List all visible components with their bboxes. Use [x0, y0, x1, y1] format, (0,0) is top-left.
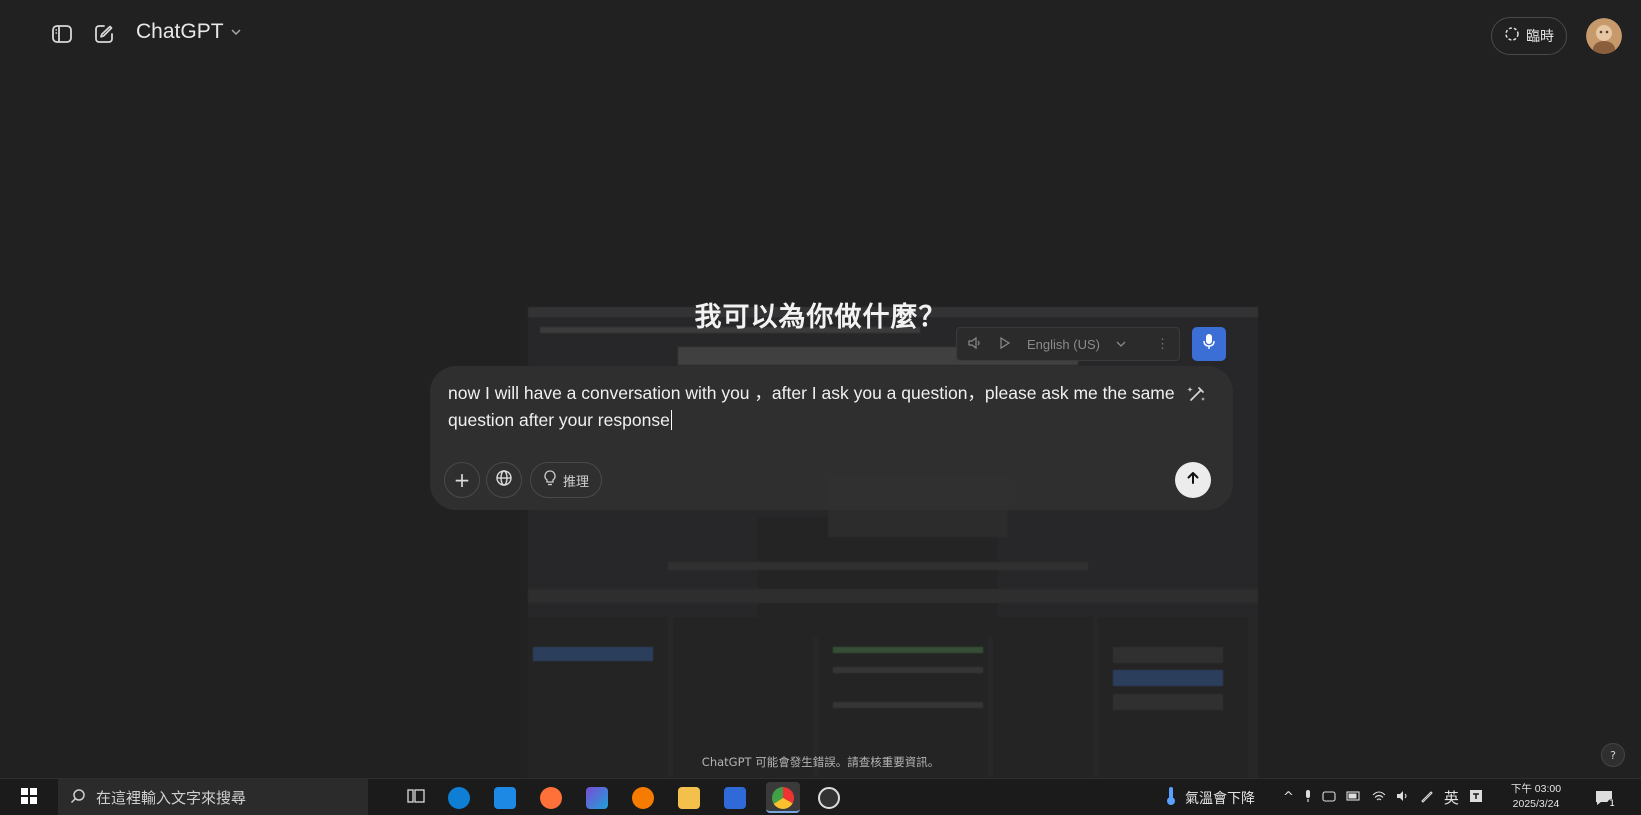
- pen-icon[interactable]: [1420, 789, 1434, 807]
- weather-text: 氣溫會下降: [1185, 790, 1255, 807]
- volume-icon[interactable]: [1396, 790, 1410, 806]
- message-input[interactable]: now I will have a conversation with you …: [448, 380, 1188, 434]
- top-bar: ChatGPT 臨時: [0, 0, 1641, 72]
- edge-icon[interactable]: [448, 787, 470, 809]
- taskbar-search[interactable]: 在這裡輸入文字來搜尋: [58, 779, 368, 815]
- battery-icon[interactable]: [1346, 790, 1362, 805]
- dashed-circle-icon: [1504, 26, 1520, 46]
- wifi-icon[interactable]: [1372, 790, 1386, 806]
- microphone-button[interactable]: [1192, 327, 1226, 361]
- temporary-chat-button[interactable]: 臨時: [1491, 17, 1567, 55]
- voice-typing-toolbar: English (US) ⋮: [956, 327, 1180, 361]
- more-options-icon[interactable]: ⋮: [1156, 336, 1169, 352]
- clock-date: 2025/3/24: [1512, 798, 1560, 810]
- task-view-button[interactable]: [404, 779, 428, 815]
- thermometer-icon: [1165, 786, 1177, 810]
- arrow-up-icon: [1185, 470, 1201, 490]
- notification-count: 1: [1607, 798, 1617, 809]
- chevron-up-icon[interactable]: ^: [1283, 790, 1294, 805]
- model-switcher[interactable]: ChatGPT: [136, 20, 242, 44]
- system-tray: ^ 英: [1283, 779, 1483, 815]
- reason-button[interactable]: 推理: [530, 462, 603, 498]
- hero-title: 我可以為你做什麼？: [694, 302, 947, 333]
- speaker-icon[interactable]: [967, 336, 983, 353]
- pixel-app-icon[interactable]: [586, 787, 608, 809]
- obs-icon[interactable]: [818, 787, 840, 809]
- mail-icon[interactable]: [494, 787, 516, 809]
- plus-icon: +: [453, 468, 471, 492]
- ime-mode-icon[interactable]: [1469, 789, 1483, 807]
- taskbar-clock[interactable]: 下午 03:00 2025/3/24: [1510, 782, 1562, 812]
- search-icon: [70, 788, 86, 808]
- store-icon[interactable]: [724, 787, 746, 809]
- disclaimer-text: ChatGPT 可能會發生錯誤。請查核重要資訊。: [701, 755, 940, 769]
- taskbar-search-placeholder: 在這裡輸入文字來搜尋: [96, 789, 247, 807]
- windows-logo-icon: [21, 787, 37, 808]
- chrome-icon[interactable]: [772, 787, 794, 809]
- temporary-chat-label: 臨時: [1526, 29, 1554, 45]
- globe-icon: [495, 468, 513, 492]
- camera-tray-icon[interactable]: [1322, 790, 1336, 806]
- microphone-icon: [1202, 333, 1216, 355]
- chevron-down-icon[interactable]: [1116, 337, 1126, 352]
- notification-icon: 1: [1595, 790, 1617, 809]
- language-selector[interactable]: English (US): [1027, 337, 1100, 352]
- task-view-icon: [407, 788, 425, 808]
- weather-widget[interactable]: 氣溫會下降: [1165, 779, 1255, 815]
- firefox-icon[interactable]: [540, 787, 562, 809]
- play-icon[interactable]: [999, 336, 1011, 353]
- search-web-button[interactable]: [486, 462, 522, 498]
- send-button[interactable]: [1175, 462, 1211, 498]
- windows-taskbar: 在這裡輸入文字來搜尋 氣溫會下降 ^ 英 下午 03:00 2025/3/24 …: [0, 778, 1641, 815]
- text-caret: [670, 410, 672, 430]
- avatar[interactable]: [1586, 18, 1622, 54]
- file-explorer-icon[interactable]: [678, 787, 700, 809]
- ime-language-indicator[interactable]: 英: [1444, 787, 1459, 808]
- opera-icon[interactable]: [632, 787, 654, 809]
- chevron-down-icon: [230, 23, 242, 42]
- start-button[interactable]: [14, 779, 44, 815]
- attach-button[interactable]: +: [444, 462, 480, 498]
- chatgpt-window: ChatGPT 臨時 我可以為你做什麼？ English (US) ⋮ now …: [0, 0, 1641, 778]
- new-chat-icon[interactable]: [92, 22, 116, 46]
- notification-center-button[interactable]: 1: [1588, 779, 1620, 815]
- lightbulb-icon: [543, 470, 557, 490]
- help-button[interactable]: ?: [1601, 743, 1625, 767]
- reason-label: 推理: [563, 474, 590, 490]
- microphone-tray-icon[interactable]: [1304, 789, 1312, 807]
- model-name: ChatGPT: [136, 20, 224, 43]
- sidebar-toggle-icon[interactable]: [50, 22, 74, 46]
- message-composer: now I will have a conversation with you …: [430, 366, 1233, 510]
- magic-wand-icon[interactable]: [1185, 382, 1209, 406]
- message-input-value: now I will have a conversation with you …: [448, 383, 1175, 430]
- clock-time: 下午 03:00: [1510, 783, 1562, 795]
